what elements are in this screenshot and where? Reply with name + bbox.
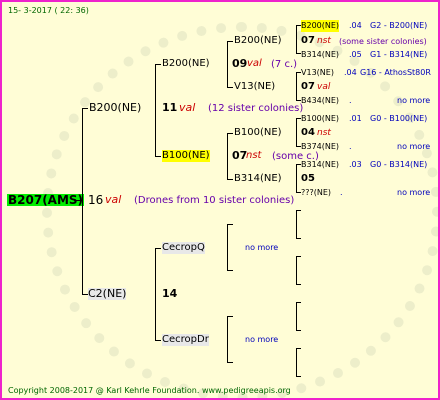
sire-sire-number: 09 xyxy=(232,57,248,70)
connector xyxy=(227,362,233,363)
connector xyxy=(82,108,88,109)
connector xyxy=(227,133,233,134)
connector xyxy=(227,133,228,179)
g3-a-line: 07 xyxy=(301,35,315,46)
connector xyxy=(227,224,228,270)
g4-v13-line: 07 xyxy=(301,81,315,92)
g4-node-6[interactable]: B374(NE) xyxy=(301,141,339,153)
root-tag: val xyxy=(105,193,122,206)
g4-year-4: . xyxy=(349,96,352,105)
g3-node-d[interactable]: B314(NE) xyxy=(234,173,282,185)
g3-node-c[interactable]: B100(NE) xyxy=(234,127,282,139)
sire-sire-tag: val xyxy=(247,58,262,69)
connector xyxy=(296,376,301,377)
g4-right-5[interactable]: G0 - B100(NE) xyxy=(370,113,427,125)
connector xyxy=(227,41,233,42)
dam-sire-node[interactable]: CecropQ xyxy=(162,242,205,254)
sire-sire-node[interactable]: B200(NE) xyxy=(162,58,210,70)
root-number: 16 xyxy=(88,193,104,207)
g4-node-4[interactable]: B434(NE) xyxy=(301,95,339,107)
g4-node-7[interactable]: B314(NE) xyxy=(301,159,339,171)
connector xyxy=(296,348,301,349)
g3-c-line: 04 xyxy=(301,127,315,138)
g3-node-b[interactable]: V13(NE) xyxy=(234,81,275,93)
connector xyxy=(227,179,233,180)
g4-year-6: . xyxy=(349,142,352,151)
connector xyxy=(227,270,233,271)
connector xyxy=(296,72,297,100)
connector xyxy=(296,302,297,330)
g4-node-5[interactable]: B100(NE) xyxy=(301,113,339,125)
connector xyxy=(227,316,233,317)
g4-year-8: . xyxy=(340,188,343,197)
g3-d-line: 05 xyxy=(301,173,315,184)
connector xyxy=(155,248,161,249)
dam-node[interactable]: C2(NE) xyxy=(88,288,127,300)
g4-node-3[interactable]: V13(NE) xyxy=(301,67,334,79)
g3-a-tag: nst xyxy=(317,36,331,46)
connector xyxy=(296,210,301,211)
g4-year-5: .01 xyxy=(349,114,362,123)
dam-dam-no-more: no more xyxy=(245,335,279,344)
g4-right-3[interactable]: G16 - AthosSt80R xyxy=(360,67,431,79)
sire-sire-note: (7 c.) xyxy=(271,59,298,70)
g3-c-tag: nst xyxy=(317,128,331,138)
g4-node-1[interactable]: B200(NE) xyxy=(301,20,340,32)
root-note: (Drones from 10 sister colonies) xyxy=(134,195,295,206)
connector xyxy=(296,238,301,239)
connector xyxy=(296,164,297,192)
connector xyxy=(74,200,82,201)
connector xyxy=(296,348,297,376)
g4-v13-tag: val xyxy=(317,82,331,92)
timestamp: 15- 3-2017 ( 22: 36) xyxy=(8,6,89,15)
sire-dam-node[interactable]: B100(NE) xyxy=(162,150,210,162)
dam-dam-node[interactable]: CecropDr xyxy=(162,334,209,346)
connector xyxy=(155,340,161,341)
connector xyxy=(155,64,156,156)
connector xyxy=(155,64,161,65)
copyright-footer: Copyright 2008-2017 @ Karl Kehrle Founda… xyxy=(8,386,291,395)
dam-number: 14 xyxy=(162,287,178,300)
g4-year-2: .05 xyxy=(349,50,362,59)
g4-right-6[interactable]: no more xyxy=(397,141,430,153)
g4-right-2[interactable]: G1 - B314(NE) xyxy=(370,49,427,61)
sire-tag: val xyxy=(179,101,196,114)
connector xyxy=(296,302,301,303)
connector xyxy=(155,248,156,340)
g3-node-a[interactable]: B200(NE) xyxy=(234,35,282,47)
connector xyxy=(296,256,297,284)
g4-year-3: .04 xyxy=(344,68,357,77)
connector xyxy=(227,224,233,225)
connector xyxy=(82,108,83,294)
g4-year-7: .03 xyxy=(349,160,362,169)
sire-note: (12 sister colonies) xyxy=(208,103,304,114)
dam-sire-no-more: no more xyxy=(245,243,279,252)
connector xyxy=(155,156,161,157)
sire-number: 11 xyxy=(162,101,178,114)
g3-a-note: (some sister colonies) xyxy=(339,37,427,46)
connector xyxy=(296,284,301,285)
g4-right-8[interactable]: no more xyxy=(397,187,430,199)
g4-year-1: .04 xyxy=(349,21,362,30)
connector xyxy=(296,330,301,331)
connector xyxy=(227,87,233,88)
g4-node-8[interactable]: ???(NE) xyxy=(301,187,331,199)
connector xyxy=(296,25,297,53)
g4-right-1[interactable]: G2 - B200(NE) xyxy=(370,20,427,32)
connector xyxy=(296,118,297,146)
pedigree-frame: 15- 3-2017 ( 22: 36) B207(AMS) 16 val (D… xyxy=(0,0,440,400)
sire-dam-tag: nst xyxy=(246,150,262,161)
g4-right-7[interactable]: G0 - B314(NE) xyxy=(370,159,427,171)
sire-node[interactable]: B200(NE) xyxy=(89,102,141,114)
connector xyxy=(296,210,297,238)
connector xyxy=(296,256,301,257)
connector xyxy=(227,316,228,362)
g4-right-4[interactable]: no more xyxy=(397,95,430,107)
connector xyxy=(227,41,228,87)
root-node[interactable]: B207(AMS) xyxy=(7,194,85,206)
g4-node-2[interactable]: B314(NE) xyxy=(301,49,339,61)
